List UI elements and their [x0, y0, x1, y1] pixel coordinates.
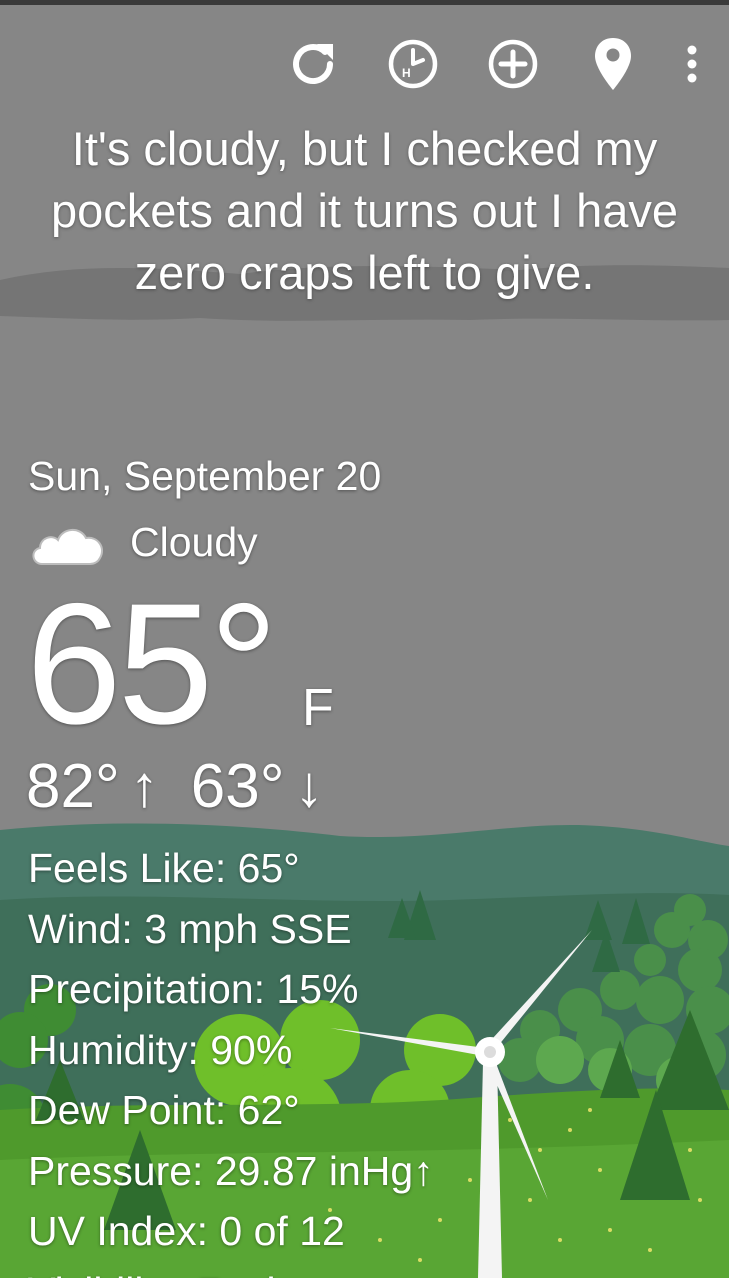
weather-screen: H It's cloudy, but I checked my pockets … — [0, 0, 729, 1278]
location-pin-icon — [595, 38, 631, 90]
more-vert-icon — [687, 45, 697, 83]
refresh-button[interactable] — [283, 34, 343, 94]
visibility: Visibility: 7 mi — [28, 1262, 434, 1278]
pressure: Pressure: 29.87 inHg↑ — [28, 1147, 434, 1194]
snarky-headline: It's cloudy, but I checked my pockets an… — [50, 122, 679, 299]
uv-index: UV Index: 0 of 12 — [28, 1208, 345, 1254]
cloud-icon — [32, 529, 104, 565]
low-temperature: 63° — [190, 752, 285, 821]
history-icon: H — [388, 39, 438, 89]
location-button[interactable] — [583, 34, 643, 94]
humidity: Humidity: 90% — [28, 1026, 293, 1073]
add-location-button[interactable] — [483, 34, 543, 94]
dew-point: Dew Point: 62° — [28, 1087, 300, 1133]
temperature-unit: F — [302, 679, 334, 737]
toolbar: H — [243, 34, 707, 94]
high-low-row: 82° ↑ 63° ↓ — [26, 752, 346, 822]
high-temperature: 82° — [26, 752, 120, 821]
history-badge: H — [402, 66, 411, 80]
condition-row: Cloudy — [28, 512, 258, 572]
wind: Wind: 3 mph SSE — [28, 905, 352, 952]
refresh-icon — [293, 44, 333, 85]
current-temperature: 65° — [26, 568, 278, 760]
precipitation: Precipitation: 15% — [28, 966, 359, 1012]
up-arrow-icon: ↑ — [129, 754, 159, 819]
history-button[interactable]: H — [383, 34, 443, 94]
date-label: Sun, September 20 — [28, 453, 382, 499]
feels-like: Feels Like: 65° — [28, 845, 300, 891]
status-bar-strip — [0, 0, 729, 5]
add-location-icon — [488, 39, 538, 89]
overflow-menu-button[interactable] — [677, 34, 707, 94]
down-arrow-icon: ↓ — [294, 754, 324, 819]
condition-label: Cloudy — [130, 519, 258, 565]
weather-details: Feels Like: 65° Wind: 3 mph SSE Precipit… — [28, 838, 434, 1278]
